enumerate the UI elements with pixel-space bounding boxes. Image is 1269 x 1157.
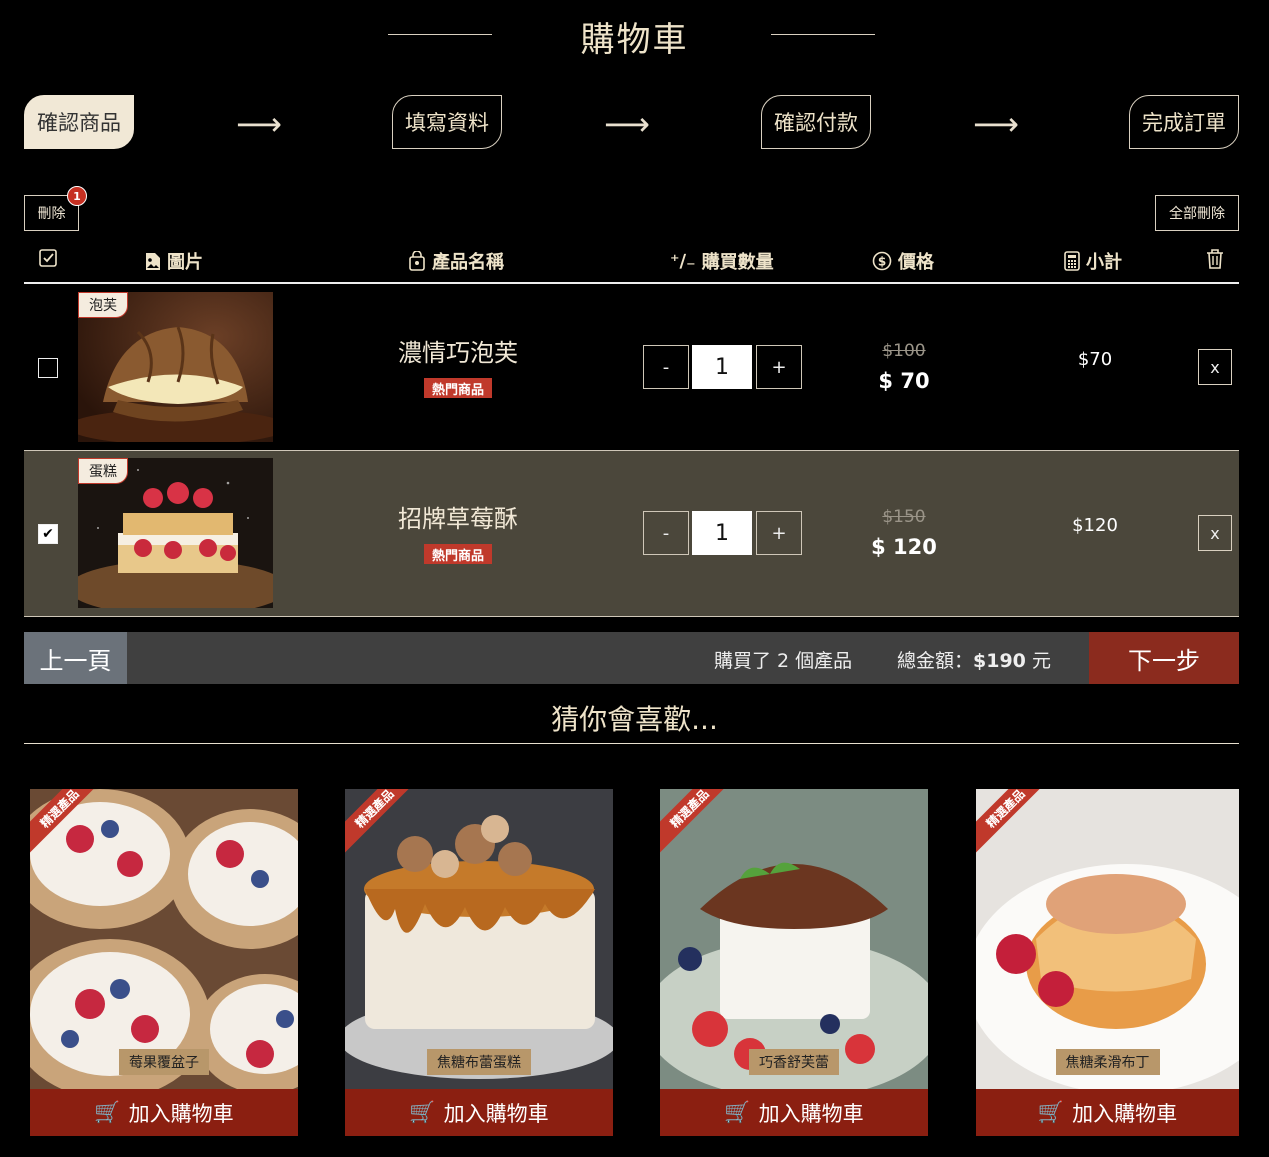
- next-step-button[interactable]: 下一步: [1089, 632, 1239, 684]
- remove-item-button[interactable]: x: [1198, 515, 1232, 551]
- item-count-summary: 購買了 2 個產品: [714, 650, 853, 672]
- order-total: 總金額：$190 元: [897, 650, 1051, 672]
- cart-icon: 🛒: [724, 1100, 751, 1124]
- header-subtotal: 小計: [1064, 248, 1122, 274]
- arrow-right-icon: ⟶: [604, 105, 650, 143]
- row-checkbox[interactable]: ✔: [38, 524, 58, 544]
- row-subtotal: $70: [1077, 349, 1113, 370]
- hot-product-badge: 熱門商品: [424, 378, 492, 398]
- hot-product-badge: 熱門商品: [424, 544, 492, 564]
- delete-count-badge: 1: [67, 186, 87, 206]
- category-tag: 蛋糕: [78, 458, 128, 484]
- add-to-cart-button[interactable]: 🛒 加入購物車: [30, 1089, 298, 1136]
- row-subtotal: $120: [1072, 515, 1118, 536]
- calculator-icon: [1064, 251, 1080, 271]
- card-product-name: 焦糖柔滑布丁: [1055, 1049, 1160, 1075]
- page-title: 購物車: [580, 20, 689, 60]
- quantity-minus-button[interactable]: -: [643, 345, 689, 389]
- image-file-icon: [146, 252, 160, 270]
- recommend-divider: [24, 743, 1239, 744]
- add-to-cart-button[interactable]: 🛒 加入購物車: [976, 1089, 1239, 1136]
- product-image[interactable]: 精選產品 莓果覆盆子: [30, 789, 298, 1089]
- quantity-minus-button[interactable]: -: [643, 511, 689, 555]
- recommend-card: 精選產品 莓果覆盆子 🛒 加入購物車: [30, 789, 298, 1136]
- check-square-icon: [39, 249, 57, 267]
- header-product-name: 產品名稱: [408, 248, 504, 274]
- row-checkbox[interactable]: [38, 358, 58, 378]
- coin-icon: $: [872, 251, 892, 271]
- arrow-right-icon: ⟶: [236, 105, 282, 143]
- quantity-plus-button[interactable]: +: [756, 345, 802, 389]
- total-amount: $190: [973, 650, 1026, 672]
- card-product-name: 莓果覆盆子: [119, 1049, 209, 1075]
- select-all-checkbox[interactable]: [38, 248, 58, 268]
- table-header: 圖片 產品名稱 ⁺∕₋ 購買數量 $ 價格 小計: [24, 240, 1239, 284]
- title-divider-right: [771, 34, 875, 35]
- cart-row: 泡芙 濃情巧泡芙 熱門商品 - 1 + $100 $ 70 $70 x: [24, 285, 1239, 451]
- cart-icon: 🛒: [1037, 1100, 1065, 1124]
- step-confirm-items[interactable]: 確認商品: [24, 95, 134, 149]
- step-fill-info[interactable]: 填寫資料: [392, 95, 502, 149]
- recommend-card: 精選產品 焦糖柔滑布丁 🛒 加入購物車: [976, 789, 1239, 1136]
- header-quantity: ⁺∕₋ 購買數量: [670, 250, 774, 274]
- cart-icon: 🛒: [94, 1100, 121, 1124]
- sale-price: $ 70: [878, 369, 930, 393]
- recommend-card: 精選產品 焦糖布蕾蛋糕 🛒 加入購物車: [345, 789, 613, 1136]
- quantity-input[interactable]: 1: [692, 345, 752, 389]
- header-image: 圖片: [144, 248, 203, 274]
- trash-icon[interactable]: [1205, 248, 1225, 270]
- page-header: 購物車: [0, 0, 1269, 70]
- category-tag: 泡芙: [78, 292, 128, 318]
- delete-all-button[interactable]: 全部刪除: [1155, 195, 1239, 231]
- quantity-plus-button[interactable]: +: [756, 511, 802, 555]
- card-product-name: 焦糖布蕾蛋糕: [427, 1049, 531, 1075]
- cart-footer: 上一頁 購買了 2 個產品 總金額：$190 元 下一步: [24, 632, 1239, 684]
- header-price: $ 價格: [872, 248, 934, 274]
- svg-text:$: $: [878, 255, 886, 269]
- cart-icon: 🛒: [409, 1100, 436, 1124]
- sale-price: $ 120: [871, 535, 937, 559]
- add-to-cart-button[interactable]: 🛒 加入購物車: [345, 1089, 613, 1136]
- product-image[interactable]: 精選產品 巧香舒芙蕾: [660, 789, 928, 1089]
- original-price: $150: [882, 507, 926, 527]
- product-image: 蛋糕: [78, 458, 273, 608]
- recommend-card: 精選產品 巧香舒芙蕾 🛒 加入購物車: [660, 789, 928, 1136]
- step-complete-order[interactable]: 完成訂單: [1129, 95, 1239, 149]
- card-product-name: 巧香舒芙蕾: [749, 1049, 839, 1075]
- product-name: 招牌草莓酥: [398, 505, 518, 533]
- quantity-input[interactable]: 1: [692, 511, 752, 555]
- step-confirm-payment[interactable]: 確認付款: [761, 95, 871, 149]
- product-image[interactable]: 精選產品 焦糖布蕾蛋糕: [345, 789, 613, 1089]
- original-price: $100: [882, 341, 926, 361]
- add-to-cart-button[interactable]: 🛒 加入購物車: [660, 1089, 928, 1136]
- shopping-bag-icon: [409, 251, 425, 271]
- product-image[interactable]: 精選產品 焦糖柔滑布丁: [976, 789, 1239, 1089]
- remove-item-button[interactable]: x: [1198, 349, 1232, 385]
- arrow-right-icon: ⟶: [973, 105, 1019, 143]
- prev-page-button[interactable]: 上一頁: [24, 632, 127, 684]
- cart-row: ✔ 蛋糕 招牌草莓酥 熱門商品 - 1 + $150 $ 120 $120 x: [24, 451, 1239, 617]
- plus-minus-icon: ⁺∕₋: [670, 250, 696, 272]
- product-name: 濃情巧泡芙: [398, 339, 518, 367]
- recommend-title: 猜你會喜歡...: [551, 703, 718, 736]
- product-image: 泡芙: [78, 292, 273, 442]
